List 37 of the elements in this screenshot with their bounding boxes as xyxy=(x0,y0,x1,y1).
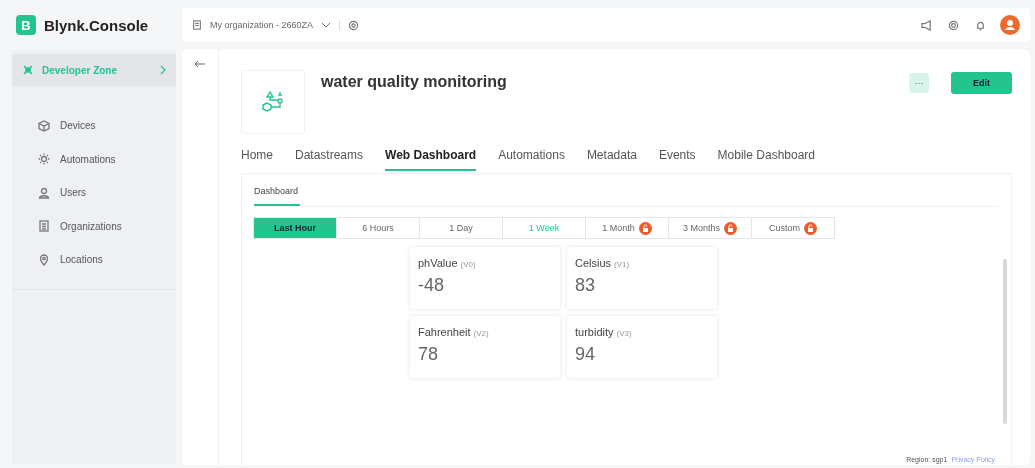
widget-pin: (V1) xyxy=(614,260,630,269)
time-range-button[interactable]: 3 Months xyxy=(668,217,752,239)
widget-name: phValue xyxy=(418,257,458,269)
widget-pin: (V2) xyxy=(473,329,489,338)
widget-pin: (V0) xyxy=(460,260,476,269)
sidebar-item[interactable]: Devices xyxy=(12,109,176,143)
logo-mark: B xyxy=(16,15,36,35)
widget-value: 94 xyxy=(575,344,597,365)
time-range-button[interactable]: 1 Month xyxy=(585,217,669,239)
time-range-button[interactable]: 1 Day xyxy=(419,217,503,239)
tab[interactable]: Events xyxy=(658,148,696,171)
tab[interactable]: Datastreams xyxy=(295,148,364,171)
widget-pin: (V3) xyxy=(616,329,632,338)
organization-selector[interactable]: My organization - 2660ZA xyxy=(210,20,314,30)
time-range-button[interactable]: Last Hour xyxy=(253,217,337,239)
widget-name: turbidity xyxy=(575,326,614,338)
tab[interactable]: Automations xyxy=(498,148,565,171)
sidebar-item[interactable]: Locations xyxy=(12,243,176,277)
widget-value: 83 xyxy=(575,275,597,296)
sidebar-item[interactable]: Automations xyxy=(12,142,176,176)
widget-name: Fahrenheit xyxy=(418,326,471,338)
tab[interactable]: Web Dashboard xyxy=(385,148,477,171)
app-name: Blynk.Console xyxy=(44,16,149,34)
widget-value: 78 xyxy=(418,344,440,365)
widget-value: -48 xyxy=(418,275,445,296)
sidebar-item[interactable]: Users xyxy=(12,176,176,210)
more-button[interactable]: ··· xyxy=(909,73,929,93)
edit-button[interactable]: Edit xyxy=(951,72,1012,94)
widget-name: Celsius xyxy=(575,257,612,269)
template-title: water quality monitoring xyxy=(321,73,508,91)
tab[interactable]: Metadata xyxy=(586,148,637,171)
tab[interactable]: Home xyxy=(241,148,273,171)
sidebar-item[interactable]: Organizations xyxy=(12,209,176,243)
time-range-button[interactable]: Custom xyxy=(751,217,835,239)
time-range-button[interactable]: 6 Hours xyxy=(336,217,420,239)
dashboard-tab[interactable]: Dashboard xyxy=(254,174,300,206)
tab[interactable]: Mobile Dashboard xyxy=(717,148,815,171)
